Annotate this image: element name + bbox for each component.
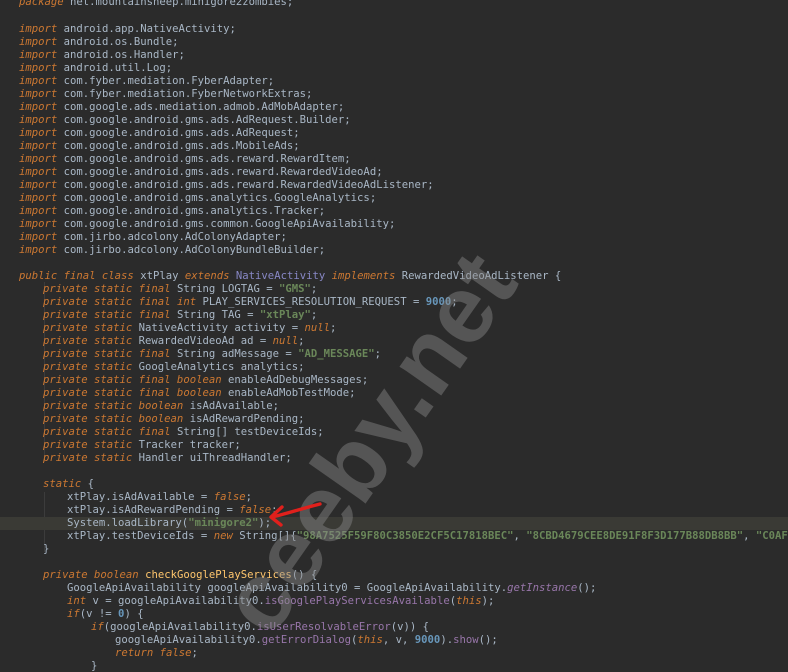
code-line: private static final String[] testDevice…: [43, 426, 324, 438]
code-line: private boolean checkGooglePlayServices(…: [43, 569, 318, 581]
import-path: com.google.ads.mediation.admob.AdMobAdap…: [63, 101, 345, 113]
import-keyword: import: [19, 140, 58, 152]
code-line: private static final String adMessage = …: [43, 348, 382, 360]
code-line: int v = googleApiAvailability0.isGoogleP…: [67, 595, 495, 607]
code-line: private static final int PLAY_SERVICES_R…: [43, 296, 458, 308]
annotation-arrow-icon: [269, 502, 322, 527]
import-path: com.google.android.gms.ads.AdRequest.Bui…: [63, 114, 351, 126]
import-path: android.util.Log;: [63, 62, 173, 74]
code-line: private static GoogleAnalytics analytics…: [43, 361, 305, 373]
import-keyword: import: [19, 153, 58, 165]
import-line: import android.app.NativeActivity;: [19, 23, 236, 36]
import-line: import com.fyber.mediation.FyberNetworkE…: [19, 88, 312, 101]
import-line: import com.google.android.gms.ads.AdRequ…: [19, 127, 300, 140]
import-path: android.app.NativeActivity;: [63, 23, 236, 35]
import-path: com.jirbo.adcolony.AdColonyAdapter;: [63, 231, 287, 243]
import-line: import android.os.Bundle;: [19, 36, 178, 49]
import-line: import com.google.android.gms.analytics.…: [19, 192, 376, 205]
import-path: com.google.android.gms.analytics.Tracker…: [63, 205, 326, 217]
code-line: private static final String LOGTAG = "GM…: [43, 283, 318, 295]
import-path: com.fyber.mediation.FyberNetworkExtras;: [63, 88, 313, 100]
import-keyword: import: [19, 127, 58, 139]
import-keyword: import: [19, 49, 58, 61]
code-line: private static final String TAG = "xtPla…: [43, 309, 318, 321]
import-keyword: import: [19, 179, 58, 191]
import-path: com.google.android.gms.ads.reward.Reward…: [63, 166, 383, 178]
import-keyword: import: [19, 101, 58, 113]
code-line: private static final boolean enableAdDeb…: [43, 374, 369, 386]
import-line: import com.google.android.gms.ads.reward…: [19, 179, 434, 192]
import-keyword: import: [19, 231, 58, 243]
import-keyword: import: [19, 114, 58, 126]
code-line: return false;: [115, 647, 198, 659]
code-line: GoogleApiAvailability googleApiAvailabil…: [67, 582, 597, 594]
code-line: xtPlay.testDeviceIds = new String[]{"98A…: [67, 530, 788, 542]
import-keyword: import: [19, 23, 58, 35]
import-path: android.os.Handler;: [63, 49, 185, 61]
code-line: if(v != 0) {: [67, 608, 144, 620]
code-line: private static final boolean enableAdMob…: [43, 387, 356, 399]
class-declaration: public final class xtPlay extends Native…: [19, 270, 562, 282]
import-keyword: import: [19, 205, 58, 217]
import-keyword: import: [19, 192, 58, 204]
import-keyword: import: [19, 88, 58, 100]
import-path: com.fyber.mediation.FyberAdapter;: [63, 75, 275, 87]
code-line: xtPlay.isAdAvailable = false;: [67, 491, 252, 503]
code-line: private static Handler uiThreadHandler;: [43, 452, 292, 464]
code-line: if(googleApiAvailability0.isUserResolvab…: [91, 621, 430, 633]
code-line: private static RewardedVideoAd ad = null…: [43, 335, 305, 347]
code-line: private static boolean isAdRewardPending…: [43, 413, 305, 425]
import-path: com.google.android.gms.ads.reward.Reward…: [63, 153, 351, 165]
code-line: }: [91, 660, 98, 672]
import-line: import android.util.Log;: [19, 62, 172, 75]
import-line: import com.google.android.gms.analytics.…: [19, 205, 325, 218]
import-keyword: import: [19, 75, 58, 87]
import-path: com.google.android.gms.ads.AdRequest;: [63, 127, 300, 139]
package-name: net.mountainsheep.minigore2zombies;: [70, 0, 294, 8]
import-keyword: import: [19, 166, 58, 178]
import-path: com.google.android.gms.analytics.GoogleA…: [63, 192, 377, 204]
import-line: import com.google.android.gms.common.Goo…: [19, 218, 395, 231]
import-line: import com.google.android.gms.ads.reward…: [19, 166, 383, 179]
code-line: private static NativeActivity activity =…: [43, 322, 337, 334]
import-keyword: import: [19, 62, 58, 74]
import-path: com.google.android.gms.common.GoogleApiA…: [63, 218, 396, 230]
code-line: private static boolean isAdAvailable;: [43, 400, 279, 412]
import-line: import android.os.Handler;: [19, 49, 185, 62]
import-path: com.google.android.gms.ads.MobileAds;: [63, 140, 300, 152]
import-keyword: import: [19, 244, 58, 256]
code-line: }: [43, 543, 50, 555]
code-line: private static Tracker tracker;: [43, 439, 241, 451]
code-editor[interactable]: package net.mountainsheep.minigore2zombi…: [0, 0, 788, 672]
import-line: import com.google.android.gms.ads.AdRequ…: [19, 114, 351, 127]
import-line: import com.jirbo.adcolony.AdColonyAdapte…: [19, 231, 287, 244]
import-path: android.os.Bundle;: [63, 36, 179, 48]
import-line: import com.google.ads.mediation.admob.Ad…: [19, 101, 344, 114]
import-line: import com.google.android.gms.ads.reward…: [19, 153, 351, 166]
highlighted-code-line: System.loadLibrary("minigore2");: [0, 517, 788, 530]
import-line: import com.fyber.mediation.FyberAdapter;: [19, 75, 274, 88]
import-path: com.google.android.gms.ads.reward.Reward…: [63, 179, 434, 191]
import-path: com.jirbo.adcolony.AdColonyBundleBuilder…: [63, 244, 326, 256]
code-line: xtPlay.isAdRewardPending = false;: [67, 504, 278, 516]
import-line: import com.jirbo.adcolony.AdColonyBundle…: [19, 244, 325, 257]
import-line: import com.google.android.gms.ads.Mobile…: [19, 140, 300, 153]
package-line: package net.mountainsheep.minigore2zombi…: [19, 0, 293, 9]
code-line: googleApiAvailability0.getErrorDialog(th…: [115, 634, 498, 646]
import-keyword: import: [19, 36, 58, 48]
import-keyword: import: [19, 218, 58, 230]
code-line: static {: [43, 478, 95, 490]
